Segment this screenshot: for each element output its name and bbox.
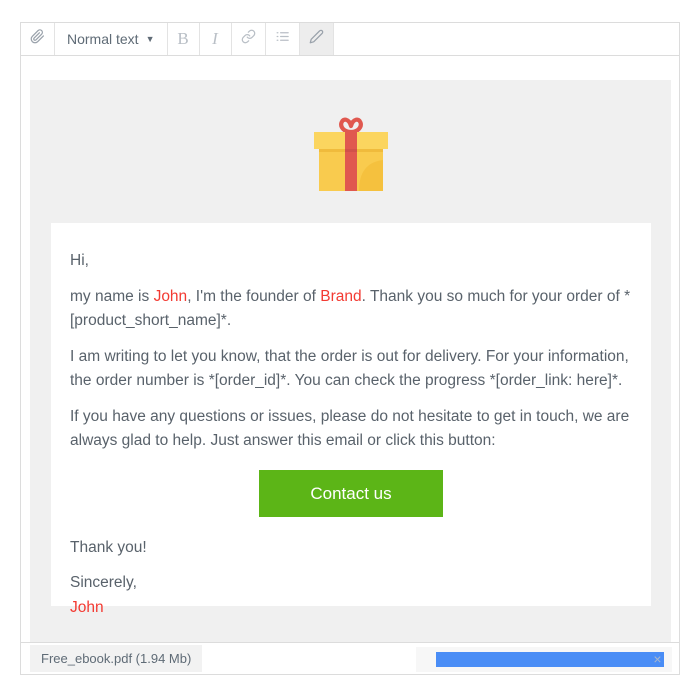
upload-progress-track xyxy=(436,652,664,667)
upload-progress-fill xyxy=(436,652,664,667)
email-closing: Sincerely, John xyxy=(70,571,632,620)
p1-mid: , I'm the founder of xyxy=(187,287,321,305)
upload-progress-area: × xyxy=(416,647,672,672)
bold-icon: B xyxy=(177,29,189,48)
edit-pencil-button[interactable] xyxy=(299,23,334,55)
p1-sender-name: John xyxy=(153,287,188,305)
toolbar-spacer xyxy=(333,23,679,55)
insert-link-button[interactable] xyxy=(231,23,266,55)
bold-button[interactable]: B xyxy=(167,23,200,55)
email-paragraph-3: If you have any questions or issues, ple… xyxy=(70,407,630,450)
email-paragraph-2: I am writing to let you know, that the o… xyxy=(70,347,629,390)
text-style-label: Normal text xyxy=(67,31,139,47)
email-content-card: Hi, my name is John, I'm the founder of … xyxy=(51,223,651,616)
formatting-toolbar: Normal text ▼ B I xyxy=(20,22,680,56)
italic-button[interactable]: I xyxy=(199,23,232,55)
gift-box-icon xyxy=(308,110,394,194)
closing-text: Sincerely, xyxy=(70,574,137,591)
email-body-canvas[interactable]: Hi, my name is John, I'm the founder of … xyxy=(20,56,680,642)
link-icon xyxy=(241,29,256,49)
paperclip-icon xyxy=(30,29,45,49)
email-greeting: Hi, xyxy=(70,252,89,269)
email-paragraph-1: my name is John, I'm the founder of Bran… xyxy=(70,285,632,334)
email-thanks: Thank you! xyxy=(70,538,147,556)
attach-file-button[interactable] xyxy=(21,23,55,55)
attachment-bar: Free_ebook.pdf (1.94 Mb) × xyxy=(20,642,680,675)
chevron-down-icon: ▼ xyxy=(145,33,155,44)
cta-row: Contact us xyxy=(70,469,632,517)
signature-name: John xyxy=(70,598,104,616)
bullet-list-button[interactable] xyxy=(265,23,300,55)
attachment-file-chip[interactable]: Free_ebook.pdf (1.94 Mb) xyxy=(30,645,203,672)
contact-us-button[interactable]: Contact us xyxy=(259,469,443,517)
email-composer: Normal text ▼ B I Hi, my name is John, I… xyxy=(20,22,680,675)
email-backdrop: Hi, my name is John, I'm the founder of … xyxy=(30,80,671,642)
italic-icon: I xyxy=(212,29,218,48)
p1-brand-name: Brand xyxy=(320,287,362,305)
bullet-list-icon xyxy=(275,29,290,49)
remove-attachment-button[interactable]: × xyxy=(649,651,666,668)
text-style-dropdown[interactable]: Normal text ▼ xyxy=(55,23,168,55)
pencil-icon xyxy=(309,29,324,49)
hero-image-area xyxy=(30,80,671,223)
p1-pre: my name is xyxy=(70,287,154,305)
